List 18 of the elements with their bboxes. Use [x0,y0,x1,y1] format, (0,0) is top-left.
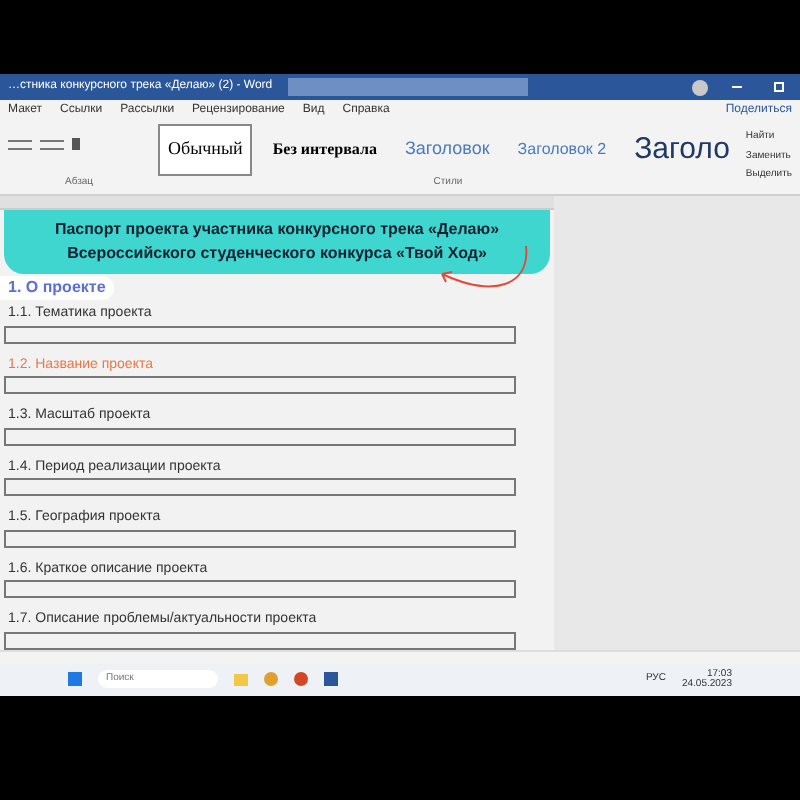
section-heading: 1. О проекте [0,276,114,300]
maximize-button[interactable] [774,82,784,92]
input-field[interactable] [4,631,516,649]
input-field[interactable] [4,580,516,598]
search-field[interactable] [288,78,529,96]
style-option[interactable]: Заголовок 2 [509,138,615,162]
style-option[interactable]: Заголо [626,127,738,173]
style-option[interactable]: Без интервала [264,138,385,162]
input-field[interactable] [4,529,516,547]
input-field[interactable] [4,376,516,394]
banner-title: Всероссийского студенческого конкурса «Твой Ход» [67,242,487,266]
style-option[interactable]: Заголовок [396,136,498,164]
input-field[interactable] [4,478,516,496]
banner-title: Паспорт проекта участника конкурсного трека «Делаю» [54,218,500,242]
input-field[interactable] [4,427,516,445]
avatar-icon [692,79,708,95]
style-option[interactable]: Обычный [158,124,253,176]
input-field[interactable] [4,325,516,343]
